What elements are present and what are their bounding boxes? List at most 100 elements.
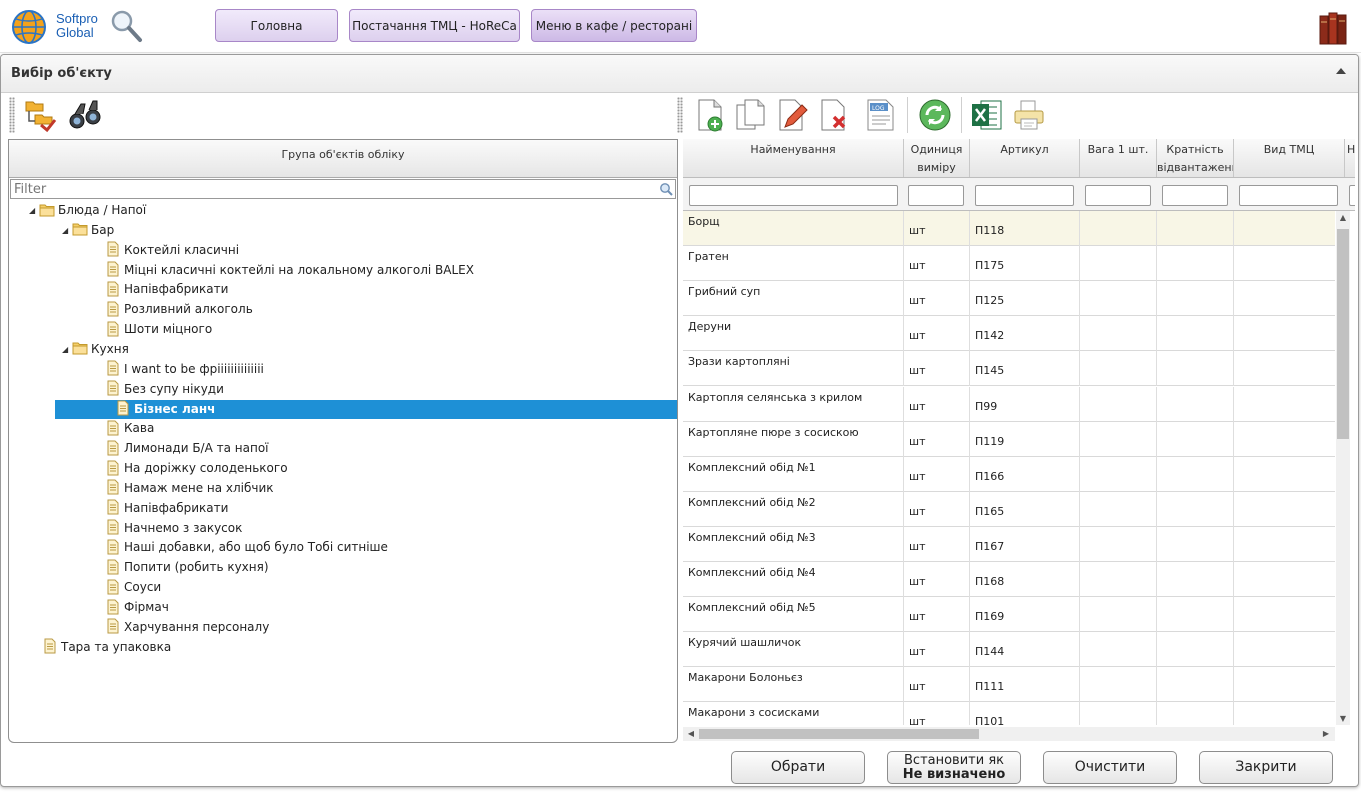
tree-leaf-node[interactable]: Фірмач [95,598,169,617]
vertical-scrollbar[interactable]: ▲ ▼ [1336,211,1350,725]
name-filter-input[interactable] [689,185,898,206]
weight-cell [1080,281,1157,317]
search-icon[interactable] [659,182,673,196]
column-header-name[interactable]: Найменування [683,139,904,177]
nav-menu-button[interactable]: Меню в кафе / ресторані [531,9,697,42]
column-header-multiplicity[interactable]: Кратність відвантаження [1157,139,1234,177]
collapse-icon[interactable] [1336,68,1346,74]
scroll-down-icon[interactable]: ▼ [1336,714,1350,723]
refresh-icon[interactable] [917,97,953,133]
table-row[interactable]: Комплексний обід №2 шт П165 [683,491,1335,527]
tree-leaf-node[interactable]: Попити (робить кухня) [95,558,269,577]
toolbar-grip[interactable] [677,97,683,133]
log-icon[interactable]: LOG [863,97,899,133]
tree-leaf-node[interactable]: Розливний алкоголь [95,300,253,319]
column-header-more[interactable]: Н [1345,139,1355,177]
sku-filter-input[interactable] [975,185,1074,206]
tree-filter-input[interactable] [11,180,647,198]
tree-leaf-node[interactable]: Шоти міцного [95,320,212,339]
tree-leaf-node[interactable]: Тара та упаковка [29,638,171,657]
nav-supply-button[interactable]: Постачання ТМЦ - HoReCa [349,9,520,42]
excel-icon[interactable] [969,97,1005,133]
tree-leaf-node[interactable]: Напівфабрикати [95,280,228,299]
column-header-weight[interactable]: Вага 1 шт. [1080,139,1157,177]
horizontal-scrollbar[interactable]: ◀ ▶ [683,727,1335,741]
weight-filter-input[interactable] [1085,185,1151,206]
table-row[interactable]: Комплексний обід №4 шт П168 [683,562,1335,597]
tree-folder-node[interactable]: ◢ Кухня [62,340,129,359]
clear-button[interactable]: Очистити [1043,751,1177,784]
multiplicity-filter-input[interactable] [1162,185,1228,206]
unit-cell: шт [904,211,970,246]
document-icon [105,499,121,515]
expand-toggle-icon[interactable]: ◢ [62,340,72,359]
scroll-right-icon[interactable]: ▶ [1319,729,1333,738]
table-row[interactable]: Комплексний обід №5 шт П169 [683,597,1335,633]
tree-folder-node[interactable]: ◢ Блюда / Напої [29,201,146,220]
tree-leaf-node[interactable]: Напівфабрикати [95,499,228,518]
binoculars-icon[interactable] [67,97,103,133]
column-header-unit[interactable]: Одиниця виміру [904,139,970,177]
more-filter-input[interactable] [1349,185,1355,206]
tree-leaf-node[interactable]: На доріжку солоденького [95,459,288,478]
table-row[interactable]: Комплексний обід №1 шт П166 [683,456,1335,492]
folders-hierarchy-icon[interactable] [23,97,59,133]
table-row[interactable]: Комплексний обід №3 шт П167 [683,526,1335,562]
table-row[interactable]: Курячий шашличок шт П144 [683,632,1335,668]
tree-node-label: Намаж мене на хлібчик [124,480,274,495]
column-header-item-type[interactable]: Вид ТМЦ [1234,139,1345,177]
nav-home-button[interactable]: Головна [215,9,338,42]
tree-folder-node[interactable]: ◢ Бар [62,221,114,240]
tree-leaf-node[interactable]: Коктейлі класичні [95,241,239,260]
close-button[interactable]: Закрити [1199,751,1333,784]
edit-document-icon[interactable] [775,97,811,133]
vertical-scroll-thumb[interactable] [1337,229,1349,439]
table-row[interactable]: Зрази картопляні шт П145 [683,351,1335,387]
tree-leaf-node[interactable]: Намаж мене на хлібчик [95,479,274,498]
item-type-filter-input[interactable] [1239,185,1338,206]
table-row[interactable]: Борщ шт П118 [683,211,1335,246]
books-icon[interactable] [1318,10,1352,46]
printer-icon[interactable] [1011,97,1047,133]
tree-leaf-node[interactable]: Начнемо з закусок [95,519,242,538]
unit-filter-input[interactable] [908,185,964,206]
table-row[interactable]: Макарони Болоньєз шт П111 [683,667,1335,703]
sku-cell: П125 [970,281,1080,317]
tree-leaf-node[interactable]: Лимонади Б/А та напої [95,439,269,458]
tree-leaf-node[interactable]: I want to be фріііііііііііііі [95,360,264,379]
table-row[interactable]: Гратен шт П175 [683,246,1335,282]
table-row[interactable]: Макарони з сосисками шт П101 [683,702,1335,725]
expand-toggle-icon[interactable]: ◢ [62,221,72,240]
scroll-up-icon[interactable]: ▲ [1336,213,1350,222]
dialog-title: Вибір об'єкту [11,66,112,81]
copy-document-icon[interactable] [733,97,769,133]
tree-leaf-node[interactable]: Соуси [95,578,161,597]
tree-leaf-node[interactable]: Наші добавки, або щоб було Тобі ситніше [95,538,388,557]
toolbar-grip[interactable] [9,97,15,133]
table-row[interactable]: Деруни шт П142 [683,316,1335,352]
name-cell: Макарони з сосисками [683,702,904,725]
table-row[interactable]: Картопля селянська з крилом шт П99 [683,386,1335,422]
tree-leaf-node[interactable]: Кава [95,419,154,438]
table-row[interactable]: Картопляне пюре з сосискою шт П119 [683,421,1335,457]
table-row[interactable]: Грибний суп шт П125 [683,281,1335,317]
tree-leaf-node[interactable]: Без супу нікуди [95,380,224,399]
tree-leaf-node[interactable]: Бізнес ланч [55,399,677,419]
horizontal-scroll-thumb[interactable] [699,729,979,739]
weight-cell [1080,632,1157,668]
tree-leaf-node[interactable]: Міцні класичні коктейлі на локальному ал… [95,261,474,280]
delete-document-icon[interactable] [817,97,853,133]
tree-leaf-node[interactable]: Харчування персоналу [95,618,269,637]
select-button[interactable]: Обрати [731,751,865,784]
expand-toggle-icon[interactable]: ◢ [29,201,39,220]
logo-line1: Softpro [56,11,98,26]
column-header-sku[interactable]: Артикул [970,139,1080,177]
tree-filter[interactable] [10,179,676,199]
tree-node-label: Міцні класичні коктейлі на локальному ал… [124,262,474,277]
set-as-undefined-button[interactable]: Встановити як Не визначено [887,751,1021,784]
search-magnifier-icon[interactable] [108,8,144,44]
unit-cell: шт [904,491,970,527]
tree-node-label: Фірмач [124,600,169,614]
scroll-left-icon[interactable]: ◀ [684,729,698,738]
new-document-icon[interactable] [693,97,729,133]
